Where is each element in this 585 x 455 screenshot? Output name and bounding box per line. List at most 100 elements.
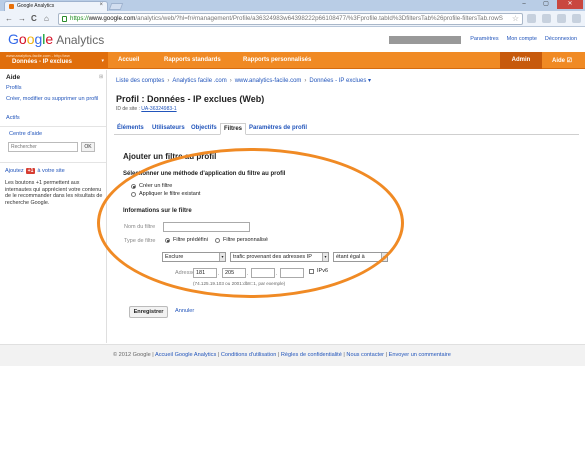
footer-link-conditions[interactable]: Conditions d'utilisation [221,352,276,358]
help-search-ok-button[interactable]: OK [81,142,95,152]
sidebar-collapse-icon[interactable]: ⊞ [99,74,103,80]
analytics-favicon-icon [9,4,14,9]
breadcrumb-item[interactable]: Analytics facile .com [172,78,226,84]
nav-admin[interactable]: Admin [500,52,542,69]
breadcrumb-item[interactable]: www.analytics-facile.com [235,78,302,84]
window-close-button[interactable]: ✕ [557,0,583,9]
gplus-promo-text: Les boutons +1 permettent aux internaute… [5,180,103,206]
gplus-promo-site: à votre site [37,168,65,174]
tab-elements[interactable]: Éléments [117,125,144,131]
home-icon[interactable]: ⌂ [44,14,49,24]
filter-name-input[interactable] [163,222,250,232]
extension-icon[interactable] [542,14,551,23]
profile-tabs: Éléments Utilisateurs Objectifs Filtres … [114,123,579,135]
breadcrumb-item[interactable]: Données - IP exclues ▾ [309,78,371,84]
nav-rapports-standards[interactable]: Rapports standards [164,57,221,63]
nav-accueil[interactable]: Accueil [118,57,139,63]
maximize-button[interactable]: ▢ [535,0,557,9]
ip-dot: . [247,271,249,277]
sidebar-link-actifs[interactable]: Actifs [6,115,20,122]
radio-apply-filter[interactable] [131,192,136,197]
tab-parametres-profil[interactable]: Paramètres de profil [249,125,307,131]
footer-separator: | [152,352,154,358]
profile-selector-account: www.analytics-facile.com - http://ww [6,53,70,58]
logo-letter: e [45,31,54,47]
radio-create-filter[interactable] [131,184,136,189]
radio-custom-filter[interactable] [215,238,220,243]
divider [0,162,106,163]
logo-letter: G [8,31,19,47]
minimize-button[interactable]: – [513,0,535,9]
footer-link-contact[interactable]: Nous contacter [346,352,384,358]
ip-octet-4[interactable] [280,268,304,278]
extension-icon[interactable] [527,14,536,23]
ga-header: Google Analytics Paramètres Mon compte Dé… [0,28,585,52]
nav-rapports-personnalises[interactable]: Rapports personnalisés [243,57,311,63]
help-search-input[interactable] [9,143,77,151]
tab-objectifs[interactable]: Objectifs [191,125,217,131]
bookmark-star-icon[interactable]: ☆ [512,14,519,23]
url-scheme: https:// [70,15,89,22]
site-id: ID de site : UA-36324983-1 [116,106,177,112]
filter-name-label: Nom du filtre [124,224,156,230]
sidebar-title: Aide [6,74,21,81]
sidebar-link-profils[interactable]: Profils [6,85,22,92]
help-search-box[interactable] [8,142,78,152]
divider [0,126,106,127]
back-arrow-icon[interactable]: ← [5,14,13,24]
footer-text: © 2012 Google | Accueil Google Analytics… [113,352,451,358]
google-plus-icon: +1 [25,168,36,174]
cancel-link[interactable]: Annuler [175,308,194,314]
ip-dot: . [218,271,220,277]
select-source-value: trafic provenant des adresses IP [233,254,312,260]
sidebar-link-creer-profil[interactable]: Créer, modifier ou supprimer un profil [6,96,101,103]
footer-link-commentaire[interactable]: Envoyer un commentaire [389,352,451,358]
url-host: www.google.com [88,15,136,22]
new-tab-button[interactable] [108,3,124,10]
extension-icon[interactable] [557,14,566,23]
settings-link[interactable]: Paramètres [470,36,498,42]
browser-tab[interactable]: Google Analytics × [4,1,108,11]
forward-arrow-icon[interactable]: → [18,14,26,24]
radio-predefined-filter[interactable] [165,238,170,243]
footer-separator: | [277,352,280,358]
breadcrumb-item[interactable]: Liste des comptes [116,78,164,84]
save-button[interactable]: Enregistrer [129,306,168,318]
google-analytics-logo[interactable]: Google Analytics [8,31,104,47]
nav-aide[interactable]: Aide ☑ [552,57,572,64]
wrench-menu-icon[interactable] [572,14,581,23]
address-bar[interactable]: https://www.google.com/analytics/web/?hl… [58,13,523,25]
my-account-link[interactable]: Mon compte [507,36,537,42]
select-source[interactable]: trafic provenant des adresses IP ▾ [230,252,329,262]
select-operator-value: étant égal à [336,254,365,260]
extension-icons [527,14,581,23]
tab-utilisateurs[interactable]: Utilisateurs [152,125,185,131]
reload-icon[interactable]: C [31,14,37,24]
ipv6-checkbox[interactable] [309,269,314,274]
help-center-link[interactable]: Centre d'aide [9,131,42,137]
logout-link[interactable]: Déconnexion [545,36,577,42]
header-links: Paramètres Mon compte Déconnexion [470,36,577,42]
window-controls: – ▢ ✕ [513,0,583,9]
page-footer: © 2012 Google | Accueil Google Analytics… [0,344,585,366]
radio-predefined-label: Filtre prédéfini [173,237,208,243]
select-action[interactable]: Exclure ▾ [162,252,226,262]
footer-separator: | [343,352,345,358]
ip-octet-1[interactable]: 181 [193,268,217,278]
radio-create-label: Créer un filtre [139,183,173,189]
footer-link-accueil[interactable]: Accueil Google Analytics [155,352,216,358]
ip-octet-3[interactable] [251,268,275,278]
footer-separator: | [385,352,388,358]
site-id-value[interactable]: UA-36324983-1 [141,106,176,112]
filter-type-label: Type de filtre [124,238,156,244]
select-operator[interactable]: étant égal à ▾ [333,252,388,262]
tab-close-icon[interactable]: × [99,2,103,8]
dropdown-arrow-icon: ▾ [381,253,387,261]
form-heading: Ajouter un filtre au profil [123,152,217,161]
gplus-promo-link[interactable]: Ajoutez +1 à votre site [5,168,65,174]
tab-filtres[interactable]: Filtres [220,123,247,135]
ip-octet-2[interactable]: 205 [222,268,246,278]
ipv6-label: IPv6 [317,268,329,274]
profile-selector[interactable]: www.analytics-facile.com - http://ww Don… [0,52,108,69]
footer-link-confidentialite[interactable]: Règles de confidentialité [281,352,342,358]
